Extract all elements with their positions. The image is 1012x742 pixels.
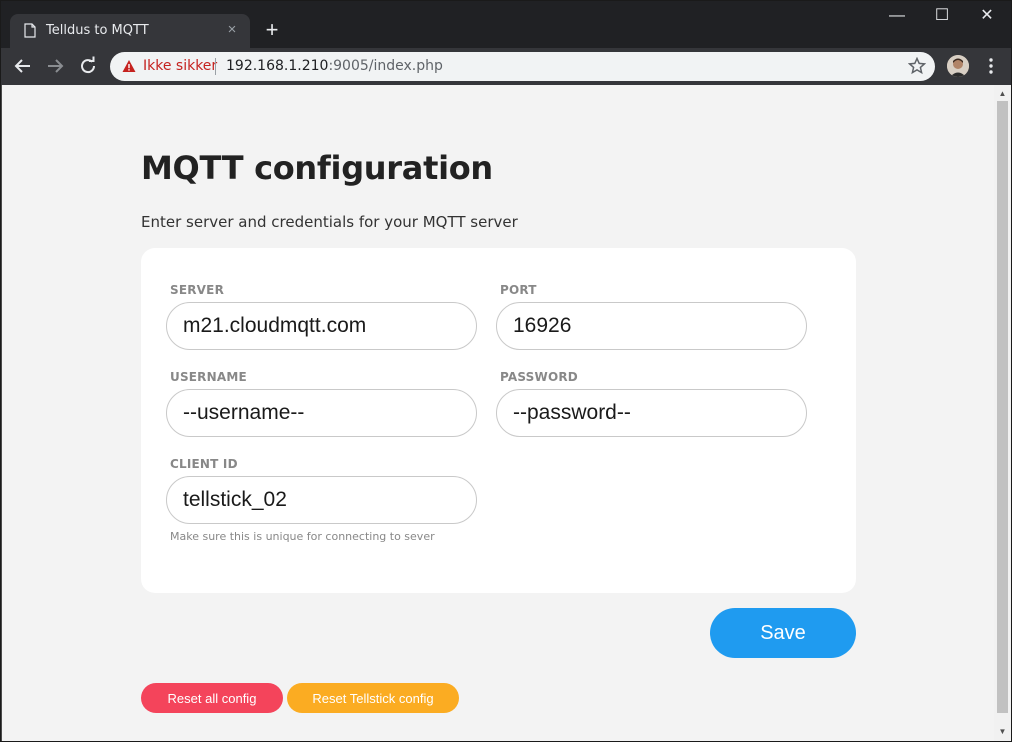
- minimize-button[interactable]: —: [875, 5, 919, 29]
- maximize-button[interactable]: ☐: [920, 5, 964, 29]
- kebab-menu-icon[interactable]: [979, 54, 1003, 78]
- browser-tab[interactable]: Telldus to MQTT ×: [10, 14, 250, 48]
- port-input[interactable]: [496, 302, 807, 350]
- reset-all-config-button[interactable]: Reset all config: [141, 683, 283, 713]
- forward-arrow-icon[interactable]: [43, 54, 67, 78]
- vertical-scrollbar[interactable]: ▲ ▼: [994, 85, 1011, 741]
- url-text[interactable]: 192.168.1.210:9005/index.php: [226, 58, 443, 74]
- star-icon[interactable]: [908, 57, 926, 75]
- tab-strip: Telldus to MQTT × + — ☐ ✕: [1, 1, 1011, 48]
- url-path: :9005/index.php: [328, 58, 443, 74]
- username-label: USERNAME: [170, 370, 247, 384]
- back-arrow-icon[interactable]: [11, 54, 35, 78]
- client-id-input[interactable]: [166, 476, 477, 524]
- document-icon: [24, 23, 36, 38]
- config-card: SERVER PORT USERNAME PASSWORD CLIENT ID …: [141, 248, 856, 593]
- tab-close-icon[interactable]: ×: [224, 22, 240, 38]
- page-subtitle: Enter server and credentials for your MQ…: [141, 213, 518, 231]
- username-input[interactable]: [166, 389, 477, 437]
- port-label: PORT: [500, 283, 537, 297]
- page-viewport: MQTT configuration Enter server and cred…: [1, 85, 1011, 741]
- tab-title: Telldus to MQTT: [46, 23, 149, 38]
- browser-window: Telldus to MQTT × + — ☐ ✕ Ikke sikker 19…: [0, 0, 1012, 742]
- new-tab-button[interactable]: +: [260, 19, 284, 43]
- warning-icon[interactable]: [122, 59, 136, 73]
- server-input[interactable]: [166, 302, 477, 350]
- reload-icon[interactable]: [76, 54, 100, 78]
- url-host: 192.168.1.210: [226, 58, 329, 74]
- client-id-label: CLIENT ID: [170, 457, 238, 471]
- password-input[interactable]: [496, 389, 807, 437]
- close-window-button[interactable]: ✕: [965, 5, 1009, 29]
- avatar-icon: [947, 55, 969, 77]
- reset-tellstick-config-button[interactable]: Reset Tellstick config: [287, 683, 459, 713]
- save-button[interactable]: Save: [710, 608, 856, 658]
- address-bar[interactable]: Ikke sikker 192.168.1.210:9005/index.php: [110, 52, 935, 81]
- scroll-down-arrow-icon[interactable]: ▼: [994, 725, 1011, 741]
- scroll-up-arrow-icon[interactable]: ▲: [994, 85, 1011, 101]
- browser-toolbar: Ikke sikker 192.168.1.210:9005/index.php: [1, 48, 1011, 85]
- client-id-hint: Make sure this is unique for connecting …: [170, 530, 435, 543]
- security-label[interactable]: Ikke sikker: [143, 58, 217, 74]
- separator: [215, 58, 216, 75]
- avatar[interactable]: [947, 55, 969, 77]
- scroll-thumb[interactable]: [997, 101, 1008, 713]
- password-label: PASSWORD: [500, 370, 578, 384]
- page-title: MQTT configuration: [141, 149, 493, 187]
- server-label: SERVER: [170, 283, 225, 297]
